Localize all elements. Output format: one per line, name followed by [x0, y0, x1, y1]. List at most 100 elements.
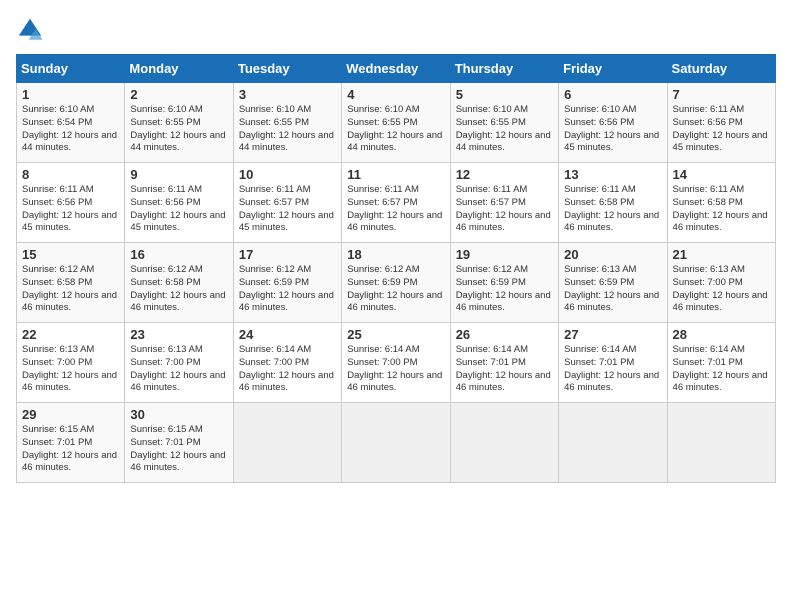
col-thursday: Thursday: [450, 55, 558, 83]
day-number: 12: [456, 167, 553, 182]
day-info: Sunrise: 6:11 AM Sunset: 6:57 PM Dayligh…: [456, 184, 553, 235]
col-friday: Friday: [559, 55, 667, 83]
calendar-week-row: 15 Sunrise: 6:12 AM Sunset: 6:58 PM Dayl…: [17, 243, 776, 323]
day-info: Sunrise: 6:13 AM Sunset: 7:00 PM Dayligh…: [130, 344, 227, 395]
calendar-cell: 24 Sunrise: 6:14 AM Sunset: 7:00 PM Dayl…: [233, 323, 341, 403]
day-number: 2: [130, 87, 227, 102]
day-number: 23: [130, 327, 227, 342]
col-sunday: Sunday: [17, 55, 125, 83]
day-info: Sunrise: 6:10 AM Sunset: 6:55 PM Dayligh…: [347, 104, 444, 155]
calendar-cell: 5 Sunrise: 6:10 AM Sunset: 6:55 PM Dayli…: [450, 83, 558, 163]
day-info: Sunrise: 6:10 AM Sunset: 6:55 PM Dayligh…: [456, 104, 553, 155]
calendar-cell: 29 Sunrise: 6:15 AM Sunset: 7:01 PM Dayl…: [17, 403, 125, 483]
calendar-cell: 18 Sunrise: 6:12 AM Sunset: 6:59 PM Dayl…: [342, 243, 450, 323]
day-info: Sunrise: 6:14 AM Sunset: 7:01 PM Dayligh…: [673, 344, 770, 395]
day-info: Sunrise: 6:12 AM Sunset: 6:59 PM Dayligh…: [239, 264, 336, 315]
day-info: Sunrise: 6:14 AM Sunset: 7:01 PM Dayligh…: [456, 344, 553, 395]
calendar-cell: 22 Sunrise: 6:13 AM Sunset: 7:00 PM Dayl…: [17, 323, 125, 403]
day-number: 22: [22, 327, 119, 342]
logo: [16, 16, 48, 44]
calendar-cell: 26 Sunrise: 6:14 AM Sunset: 7:01 PM Dayl…: [450, 323, 558, 403]
day-info: Sunrise: 6:15 AM Sunset: 7:01 PM Dayligh…: [22, 424, 119, 475]
calendar-header-row: Sunday Monday Tuesday Wednesday Thursday…: [17, 55, 776, 83]
calendar-cell: 8 Sunrise: 6:11 AM Sunset: 6:56 PM Dayli…: [17, 163, 125, 243]
day-number: 5: [456, 87, 553, 102]
calendar-cell: 20 Sunrise: 6:13 AM Sunset: 6:59 PM Dayl…: [559, 243, 667, 323]
col-saturday: Saturday: [667, 55, 775, 83]
calendar-cell: [233, 403, 341, 483]
calendar-cell: [667, 403, 775, 483]
day-info: Sunrise: 6:11 AM Sunset: 6:57 PM Dayligh…: [239, 184, 336, 235]
day-info: Sunrise: 6:11 AM Sunset: 6:58 PM Dayligh…: [564, 184, 661, 235]
calendar-cell: 17 Sunrise: 6:12 AM Sunset: 6:59 PM Dayl…: [233, 243, 341, 323]
col-wednesday: Wednesday: [342, 55, 450, 83]
day-number: 25: [347, 327, 444, 342]
day-info: Sunrise: 6:12 AM Sunset: 6:58 PM Dayligh…: [130, 264, 227, 315]
day-number: 11: [347, 167, 444, 182]
calendar-cell: 2 Sunrise: 6:10 AM Sunset: 6:55 PM Dayli…: [125, 83, 233, 163]
calendar-cell: 6 Sunrise: 6:10 AM Sunset: 6:56 PM Dayli…: [559, 83, 667, 163]
day-number: 1: [22, 87, 119, 102]
logo-icon: [16, 16, 44, 44]
calendar-table: Sunday Monday Tuesday Wednesday Thursday…: [16, 54, 776, 483]
day-info: Sunrise: 6:12 AM Sunset: 6:59 PM Dayligh…: [347, 264, 444, 315]
calendar-week-row: 29 Sunrise: 6:15 AM Sunset: 7:01 PM Dayl…: [17, 403, 776, 483]
day-info: Sunrise: 6:11 AM Sunset: 6:58 PM Dayligh…: [673, 184, 770, 235]
day-info: Sunrise: 6:14 AM Sunset: 7:00 PM Dayligh…: [347, 344, 444, 395]
calendar-cell: [559, 403, 667, 483]
calendar-week-row: 8 Sunrise: 6:11 AM Sunset: 6:56 PM Dayli…: [17, 163, 776, 243]
day-number: 7: [673, 87, 770, 102]
day-number: 29: [22, 407, 119, 422]
day-number: 13: [564, 167, 661, 182]
day-number: 8: [22, 167, 119, 182]
day-info: Sunrise: 6:13 AM Sunset: 6:59 PM Dayligh…: [564, 264, 661, 315]
calendar-cell: 23 Sunrise: 6:13 AM Sunset: 7:00 PM Dayl…: [125, 323, 233, 403]
day-number: 17: [239, 247, 336, 262]
calendar-cell: 1 Sunrise: 6:10 AM Sunset: 6:54 PM Dayli…: [17, 83, 125, 163]
calendar-cell: 13 Sunrise: 6:11 AM Sunset: 6:58 PM Dayl…: [559, 163, 667, 243]
day-info: Sunrise: 6:11 AM Sunset: 6:57 PM Dayligh…: [347, 184, 444, 235]
day-number: 14: [673, 167, 770, 182]
calendar-cell: [342, 403, 450, 483]
calendar-cell: 15 Sunrise: 6:12 AM Sunset: 6:58 PM Dayl…: [17, 243, 125, 323]
day-info: Sunrise: 6:13 AM Sunset: 7:00 PM Dayligh…: [22, 344, 119, 395]
day-info: Sunrise: 6:14 AM Sunset: 7:00 PM Dayligh…: [239, 344, 336, 395]
day-number: 15: [22, 247, 119, 262]
day-info: Sunrise: 6:10 AM Sunset: 6:55 PM Dayligh…: [130, 104, 227, 155]
calendar-cell: 21 Sunrise: 6:13 AM Sunset: 7:00 PM Dayl…: [667, 243, 775, 323]
calendar-cell: 12 Sunrise: 6:11 AM Sunset: 6:57 PM Dayl…: [450, 163, 558, 243]
day-info: Sunrise: 6:11 AM Sunset: 6:56 PM Dayligh…: [22, 184, 119, 235]
calendar-cell: 27 Sunrise: 6:14 AM Sunset: 7:01 PM Dayl…: [559, 323, 667, 403]
col-tuesday: Tuesday: [233, 55, 341, 83]
day-number: 9: [130, 167, 227, 182]
day-number: 24: [239, 327, 336, 342]
calendar-cell: 25 Sunrise: 6:14 AM Sunset: 7:00 PM Dayl…: [342, 323, 450, 403]
day-info: Sunrise: 6:11 AM Sunset: 6:56 PM Dayligh…: [130, 184, 227, 235]
day-info: Sunrise: 6:11 AM Sunset: 6:56 PM Dayligh…: [673, 104, 770, 155]
calendar-cell: 10 Sunrise: 6:11 AM Sunset: 6:57 PM Dayl…: [233, 163, 341, 243]
day-number: 26: [456, 327, 553, 342]
day-info: Sunrise: 6:10 AM Sunset: 6:54 PM Dayligh…: [22, 104, 119, 155]
day-number: 10: [239, 167, 336, 182]
day-number: 30: [130, 407, 227, 422]
calendar-cell: 30 Sunrise: 6:15 AM Sunset: 7:01 PM Dayl…: [125, 403, 233, 483]
day-info: Sunrise: 6:12 AM Sunset: 6:59 PM Dayligh…: [456, 264, 553, 315]
page-header: [16, 16, 776, 44]
day-number: 19: [456, 247, 553, 262]
day-number: 4: [347, 87, 444, 102]
calendar-cell: 4 Sunrise: 6:10 AM Sunset: 6:55 PM Dayli…: [342, 83, 450, 163]
day-info: Sunrise: 6:13 AM Sunset: 7:00 PM Dayligh…: [673, 264, 770, 315]
day-info: Sunrise: 6:10 AM Sunset: 6:55 PM Dayligh…: [239, 104, 336, 155]
calendar-week-row: 1 Sunrise: 6:10 AM Sunset: 6:54 PM Dayli…: [17, 83, 776, 163]
calendar-cell: 16 Sunrise: 6:12 AM Sunset: 6:58 PM Dayl…: [125, 243, 233, 323]
day-info: Sunrise: 6:14 AM Sunset: 7:01 PM Dayligh…: [564, 344, 661, 395]
calendar-week-row: 22 Sunrise: 6:13 AM Sunset: 7:00 PM Dayl…: [17, 323, 776, 403]
day-number: 3: [239, 87, 336, 102]
day-number: 27: [564, 327, 661, 342]
day-number: 28: [673, 327, 770, 342]
day-number: 18: [347, 247, 444, 262]
day-info: Sunrise: 6:12 AM Sunset: 6:58 PM Dayligh…: [22, 264, 119, 315]
calendar-cell: 7 Sunrise: 6:11 AM Sunset: 6:56 PM Dayli…: [667, 83, 775, 163]
day-number: 6: [564, 87, 661, 102]
day-number: 21: [673, 247, 770, 262]
